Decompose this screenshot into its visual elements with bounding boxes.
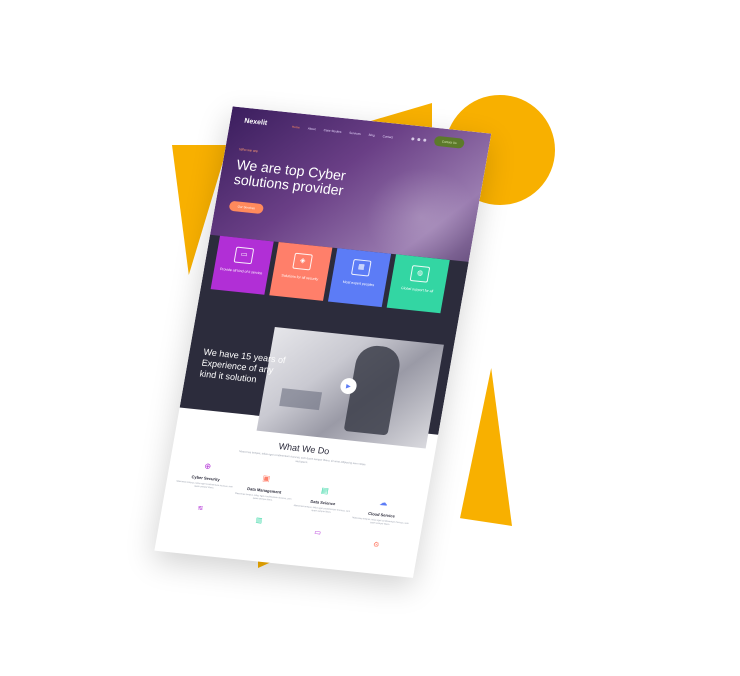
nav-item-case-studies[interactable]: Case Studies <box>323 128 341 134</box>
logo[interactable]: Nexelit <box>244 118 268 127</box>
twitter-icon[interactable] <box>417 137 421 142</box>
nav-item-contact[interactable]: Contact <box>382 134 393 139</box>
tile-label: Solutions for all security <box>281 273 319 282</box>
tile-label: Global support for all <box>400 286 434 294</box>
globe-icon: ◍ <box>409 265 431 283</box>
cloud-icon: ☁ <box>378 497 389 508</box>
wifi-icon: ≋ <box>196 504 204 513</box>
contact-button[interactable]: Contact Us <box>433 135 466 149</box>
nav-item-about[interactable]: About <box>308 126 316 131</box>
hero-eyebrow: Who we are <box>238 147 259 154</box>
service-cloud[interactable]: ☁ Cloud Service Maecenas tempus, tellus … <box>350 495 415 529</box>
tile-support[interactable]: ◍ Global support for all <box>386 254 450 314</box>
facebook-icon[interactable] <box>411 137 415 141</box>
lock-icon: ⊕ <box>203 461 212 472</box>
monitor-icon: ▭ <box>233 246 255 265</box>
service-data-management[interactable]: ▣ Data Management Maecenas tempus, tellu… <box>232 471 297 505</box>
database-icon: ▣ <box>261 473 271 484</box>
tile-experts[interactable]: ▦ Most expert peoples <box>327 248 392 308</box>
main-nav: Home About Case Studies Services Blog Co… <box>292 125 394 140</box>
gear-icon: ⚙ <box>372 541 380 550</box>
tile-security[interactable]: ◈ Solutions for all security <box>269 241 333 301</box>
social-icons <box>411 137 427 142</box>
tile-label: Provide all kind of it service <box>219 267 263 276</box>
nav-item-services[interactable]: Services <box>349 131 361 136</box>
tile-it-service[interactable]: ▭ Provide all kind of it service <box>210 235 274 295</box>
service-data-science[interactable]: ▤ Data Science Maecenas tempus, tellus e… <box>291 483 356 517</box>
team-icon: ▦ <box>350 258 372 277</box>
server-icon: ▥ <box>254 517 263 525</box>
laptop-icon: ▭ <box>313 529 322 537</box>
nav-item-blog[interactable]: Blog <box>368 133 375 138</box>
shield-icon: ◈ <box>292 252 313 271</box>
tile-label: Most expert peoples <box>342 279 375 288</box>
chart-icon: ▤ <box>320 485 330 496</box>
linkedin-icon[interactable] <box>423 138 427 142</box>
nav-item-home[interactable]: Home <box>292 125 301 130</box>
yellow-triangle-right <box>460 368 512 526</box>
hero-title: We are top Cyber solutions provider <box>232 156 347 199</box>
hero-button[interactable]: Our Services <box>228 200 265 215</box>
service-cyber-security[interactable]: ⊕ Cyber Security Maecenas tempus, tellus… <box>174 459 239 493</box>
